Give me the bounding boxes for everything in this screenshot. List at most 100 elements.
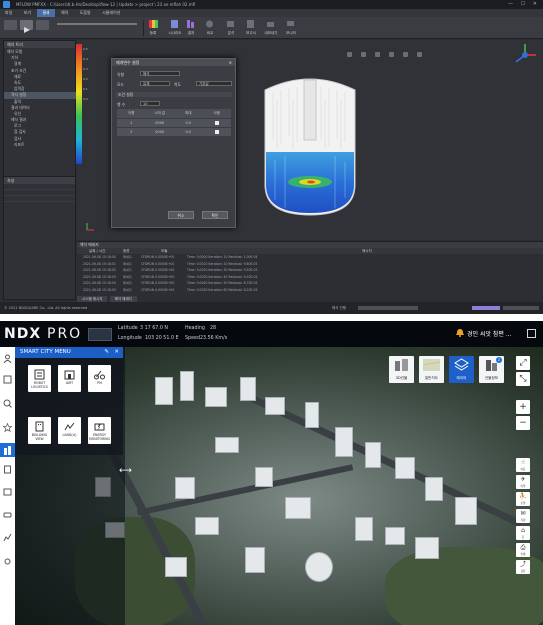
tank-flow-visualization[interactable] (255, 70, 365, 218)
layers-icon[interactable] (3, 375, 12, 384)
view-iso-icon[interactable] (389, 52, 394, 57)
search-icon[interactable] (3, 399, 12, 408)
exit-fullscreen-button[interactable]: ⤡ (516, 372, 530, 386)
layer-3d-building-button[interactable]: 3D건물 (389, 356, 414, 383)
robot-logistics-button[interactable]: ROBOT LOGISTICS (28, 365, 51, 392)
cell-start[interactable]: 0000 (146, 121, 175, 125)
view-side-icon[interactable] (375, 52, 380, 57)
star-icon[interactable] (3, 423, 12, 432)
export-icon[interactable] (266, 19, 275, 29)
log-row[interactable]: 2021-06-08 15:18:05 메세지 CFDRUN 0.0000E+0… (77, 287, 543, 294)
report-icon[interactable] (246, 19, 255, 29)
settings-icon[interactable] (3, 557, 12, 566)
user-icon[interactable] (3, 354, 12, 363)
print-button[interactable]: ⎙ 인쇄 (516, 543, 530, 557)
view-zoom-icon[interactable] (417, 52, 422, 57)
home-view-button[interactable]: ⌂ 홈 (516, 526, 530, 540)
close-icon[interactable]: ✕ (114, 347, 119, 358)
vehicle-icon[interactable] (3, 510, 12, 519)
copyright-text: © 2021 NDSQUARE Co., Ltd. All rights res… (4, 306, 88, 310)
cell-start[interactable]: 0000 (146, 130, 175, 134)
cell-max[interactable]: 0.0 (174, 121, 203, 125)
smart-city-menu-panel: SMART CITY MENU ✎ ✕ ROBOT LOGISTICS AIRT… (15, 347, 123, 455)
energy-monitoring-button[interactable]: ENERGY MONITORING (88, 417, 111, 444)
prev-button[interactable] (4, 20, 17, 30)
enable-checkbox[interactable] (203, 120, 232, 126)
3d-building-icon (395, 359, 408, 371)
rows-select[interactable]: 10 (140, 101, 160, 106)
menu-result[interactable]: 결과 (37, 9, 55, 17)
document-icon[interactable] (3, 465, 12, 474)
land-li-button[interactable]: LAND(LI) (58, 417, 81, 444)
view-top-icon[interactable] (361, 52, 366, 57)
timeline-slider[interactable] (57, 23, 137, 25)
play-button[interactable] (20, 20, 33, 33)
window-controls[interactable]: — ☐ ✕ (508, 0, 540, 9)
view-front-icon[interactable] (347, 52, 352, 57)
menu-file[interactable]: 파일 (0, 9, 17, 17)
enable-checkbox[interactable] (203, 129, 232, 135)
view-fit-icon[interactable] (403, 52, 408, 57)
measure-tool-button[interactable]: ✉ 측정 (516, 509, 530, 523)
analysis-icon[interactable] (226, 19, 235, 29)
speed-label: Speed (185, 336, 201, 341)
chart-icon[interactable] (3, 533, 12, 542)
building-view-button[interactable]: BUILDING VIEW (28, 417, 51, 444)
menu-bar: 파일 보기 결과 해석 도움말 시뮬레이션 (0, 9, 543, 17)
tree-item[interactable]: 리포트 (4, 142, 77, 148)
user-name[interactable]: 경인 씨앗 참편 ... (467, 329, 512, 338)
table-row[interactable]: 2 0000 0.0 (117, 127, 231, 136)
cell-max[interactable]: 0.0 (174, 130, 203, 134)
result-icon[interactable] (186, 19, 195, 29)
cancel-button[interactable]: 취소 (168, 211, 194, 219)
pan-tool-button[interactable]: ☝ 이동 (516, 458, 530, 472)
pin-icon[interactable]: ✎ (104, 347, 109, 358)
building (385, 527, 405, 545)
pm-button[interactable]: PM (88, 365, 111, 392)
zoom-out-button[interactable]: − (516, 416, 530, 430)
fullscreen-button[interactable]: ⤢ (516, 356, 530, 370)
close-icon[interactable]: ✕ (229, 59, 232, 66)
layer-layers-button[interactable]: 레이어 (449, 356, 474, 383)
log-module: CFDRUN 0.0000E+00 (141, 287, 175, 292)
walk-tool-button[interactable]: ⛹ 보행 (516, 492, 530, 506)
app-icon (3, 1, 10, 8)
next-button[interactable] (36, 20, 49, 30)
building (425, 477, 443, 501)
compare-icon[interactable] (205, 19, 214, 29)
monitor-icon[interactable] (286, 19, 295, 29)
table-row[interactable]: 1 0000 0.0 (117, 118, 231, 127)
mode-select[interactable]: 유체 (140, 81, 170, 86)
building (365, 442, 381, 468)
axis-gizmo-icon[interactable] (512, 42, 538, 68)
property-row[interactable] (4, 196, 75, 202)
layer-building-info-button[interactable]: 2 건물정보 (479, 356, 504, 383)
latitude-value: 3 17 67.0 N (140, 326, 168, 331)
colormap-icon[interactable] (149, 19, 158, 29)
simulation-app-window: MFLOW PMFXX - C:\Users\K.b.Hn/Desktop\fl… (0, 0, 543, 314)
notification-bell-icon[interactable] (456, 328, 464, 337)
smart-city-menu-button[interactable] (0, 443, 15, 457)
menu-simulation[interactable]: 시뮬레이션 (97, 9, 125, 17)
zoom-in-button[interactable]: + (516, 400, 530, 414)
type-label: 유형 (117, 72, 124, 77)
building-icon[interactable] (3, 487, 12, 496)
menu-tile-label: AIRT (65, 381, 74, 385)
resize-handle-icon[interactable]: ⟷ (119, 466, 132, 476)
type-select[interactable]: 해석 (140, 71, 180, 76)
logout-icon[interactable] (527, 329, 536, 338)
menu-help[interactable]: 도움말 (75, 9, 96, 17)
menu-view[interactable]: 보기 (19, 9, 36, 17)
minus-icon: − (519, 418, 527, 428)
menu-analysis[interactable]: 해석 (56, 9, 73, 17)
option-select[interactable]: 기본값 (196, 81, 232, 86)
ok-button[interactable]: 확인 (202, 211, 228, 219)
airt-button[interactable]: AIRT (58, 365, 81, 392)
fly-tool-button[interactable]: ✈ 비행 (516, 475, 530, 489)
share-button[interactable]: ⤴ 공유 (516, 560, 530, 574)
color-legend-ticks: 0.5 0.4 0.3 0.2 0.1 0.0 (83, 44, 88, 104)
minimap-icon[interactable] (88, 328, 112, 341)
layer-general-map-button[interactable]: 일반지도 (419, 356, 444, 383)
scenario-icon[interactable] (170, 19, 179, 29)
latitude-label: Latitude (118, 326, 138, 331)
